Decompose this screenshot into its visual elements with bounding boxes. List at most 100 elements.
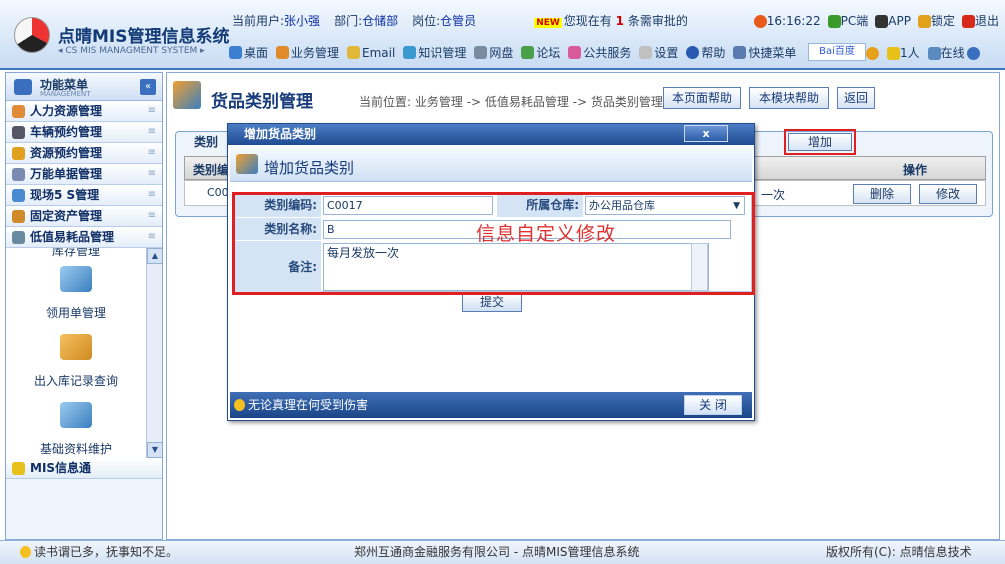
knowledge-icon [403,46,417,59]
nav-knowledge-label: 知识管理 [418,46,467,60]
consumables-icon [12,231,25,244]
expand-icon: ≡ [147,231,156,242]
back-button[interactable]: 返回 [837,87,875,109]
exit-button[interactable]: 退出 [961,12,999,29]
nav-desktop-label: 桌面 [244,46,269,60]
dialog-footer: 无论真理在何受到伤害 关 闭 [230,392,752,418]
page-help-button[interactable]: 本页面帮助 [663,87,741,109]
forum-icon [521,46,535,59]
app-link[interactable]: APP [875,14,911,28]
expand-icon: ≡ [147,147,156,158]
clock: 16:16:22 [753,14,821,28]
nav-business[interactable]: 业务管理 [273,44,342,61]
chevron-down-icon [966,47,980,60]
settings-icon [639,46,653,59]
dialog-close-x[interactable]: x [684,125,728,142]
public-service-icon [568,46,582,59]
sub-item-requisition[interactable]: 领用单管理 [6,304,146,321]
sidebar-item-label: 资源预约管理 [30,146,103,160]
expand-icon: ≡ [147,189,156,200]
nav-email-label: Email [362,45,396,60]
nav-public[interactable]: 公共服务 [565,44,634,61]
nav-netdisk[interactable]: 网盘 [471,44,516,61]
sidebar-item-consumables[interactable]: 低值易耗品管理 ≡ [6,227,162,248]
dialog-close-button[interactable]: 关 闭 [684,395,742,415]
expand-icon: ≡ [147,168,156,179]
current-dept: 仓储部 [362,14,399,28]
submit-button[interactable]: 提交 [462,292,522,312]
menu-icon [14,79,32,95]
status-footer: 读书谓已多，抚事知不足。 郑州互通商金融服务有限公司 - 点晴MIS管理信息系统… [0,540,1005,564]
car-icon [12,126,25,139]
annotation-text: 信息自定义修改 [476,223,617,245]
dialog-header-title: 增加货品类别 [264,159,355,177]
col-op-header: 操作 [903,163,928,177]
top-right-tools: 16:16:22 PC端 APP 锁定 退出 [753,12,999,29]
scroll-up-button[interactable]: ▲ [147,248,162,264]
approve-suffix: 条需审批的 [627,14,688,28]
approval-notice[interactable]: NEW 您现在有 1 条需审批的 [534,12,688,29]
nav-settings[interactable]: 设置 [636,44,681,61]
lock-icon [917,15,931,28]
dialog-titlebar: 增加货品类别 x [228,124,754,145]
sub-item-inventory[interactable]: 库存管理 [6,248,146,259]
nav-knowledge[interactable]: 知识管理 [400,44,469,61]
basic-data-icon [60,402,92,428]
dialog-title: 增加货品类别 [244,127,317,141]
nav-help-label: 帮助 [701,46,726,60]
nav-forum[interactable]: 论坛 [518,44,563,61]
sub-item-records[interactable]: 出入库记录查询 [6,372,146,389]
nav-help[interactable]: 帮助 [683,44,728,61]
sidebar-item-label: 固定资产管理 [30,209,103,223]
clock-icon [753,14,767,28]
online-status[interactable]: 在线 [927,44,980,61]
search-input[interactable]: Bai百度 [808,43,866,61]
sub-item-basic-data[interactable]: 基础资料维护 [6,440,146,457]
app-label: APP [888,13,911,28]
person-icon [927,47,941,60]
netdisk-icon [474,46,488,59]
sidebar-item-hr[interactable]: 人力资源管理 ≡ [6,101,162,122]
edit-button[interactable]: 修改 [919,184,977,204]
module-help-button[interactable]: 本模块帮助 [749,87,829,109]
sidebar-item-resource[interactable]: 资源预约管理 ≡ [6,143,162,164]
sidebar: 功能菜单 MANAGEMENT « 人力资源管理 ≡ 车辆预约管理 ≡ 资源预约管理… [5,72,163,540]
expand-icon: ≡ [147,126,156,137]
sidebar-item-label: 现场5 S管理 [30,188,100,202]
nav-shortcut-label: 快捷菜单 [748,46,797,60]
app-subtitle: ◂ CS MIS MANAGMENT SYSTEM ▸ [58,46,205,56]
nav-email[interactable]: Email [344,46,398,60]
lightbulb-icon [234,399,245,411]
collapse-button[interactable]: « [140,79,156,95]
sidebar-item-label: 万能单据管理 [30,167,103,181]
sidebar-item-5s[interactable]: 现场5 S管理 ≡ [6,185,162,206]
online-label: 在线 [940,46,965,60]
online-people[interactable]: 1人 [887,44,920,61]
lock-label: 锁定 [930,14,955,28]
sidebar-item-assets[interactable]: 固定资产管理 ≡ [6,206,162,227]
sidebar-item-forms[interactable]: 万能单据管理 ≡ [6,164,162,185]
lightbulb-icon [20,546,31,558]
row-remark: 一次 [761,188,786,202]
lock-button[interactable]: 锁定 [917,12,955,29]
nav-desktop[interactable]: 桌面 [226,44,271,61]
search-icon [866,46,879,60]
nav-business-label: 业务管理 [291,46,340,60]
search-button[interactable] [866,46,879,60]
delete-button[interactable]: 删除 [853,184,911,204]
approve-prefix: 您现在有 [563,14,612,28]
sidebar-item-mis[interactable]: MIS信息通 [6,458,162,479]
sidebar-scrollbar[interactable]: ▲ ▼ [146,248,162,458]
nav-shortcut[interactable]: 快捷菜单 [730,44,799,61]
nav-public-label: 公共服务 [583,46,632,60]
expand-icon: ≡ [147,105,156,116]
nav-right-tools: 1人 在线 [866,44,980,61]
main-nav: 桌面 业务管理 Email 知识管理 网盘 论坛 公共服务 设置 帮助 快捷菜单 [226,44,799,61]
pc-link[interactable]: PC端 [827,12,868,29]
sidebar-item-vehicle[interactable]: 车辆预约管理 ≡ [6,122,162,143]
sub-menu-panel: 库存管理 领用单管理 出入库记录查询 基础资料维护 ▲ ▼ [6,248,162,458]
add-button[interactable]: 增加 [788,133,852,151]
user-info-bar: 当前用户:张小强 部门:仓储部 岗位:仓管员 NEW 您现在有 1 条需审批的 [232,12,688,29]
user-label: 当前用户: [232,14,285,28]
scroll-down-button[interactable]: ▼ [147,442,162,458]
